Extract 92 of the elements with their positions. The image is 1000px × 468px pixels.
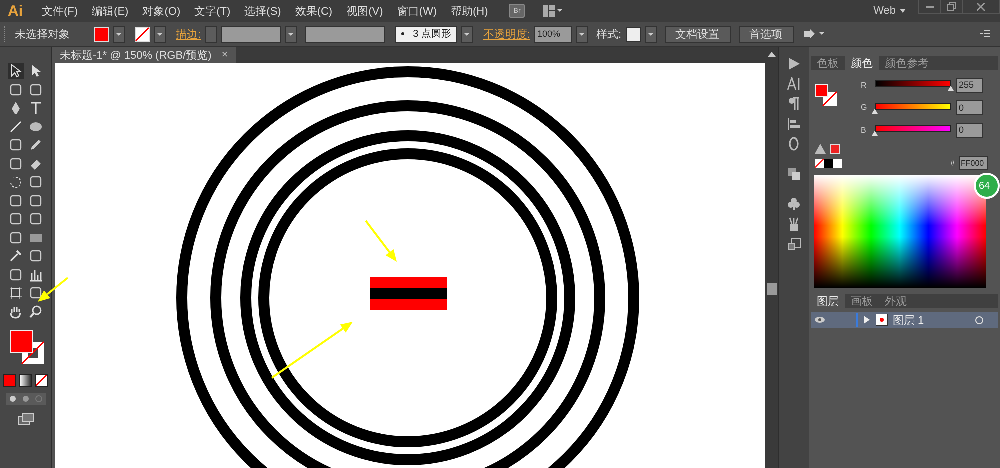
channel-label: G bbox=[861, 103, 868, 112]
toolbar-button[interactable]: 首选项 bbox=[738, 26, 794, 42]
caret-icon bbox=[156, 31, 164, 37]
menu-item[interactable]: 对象(O) bbox=[136, 2, 188, 20]
align-icon[interactable] bbox=[787, 117, 801, 131]
channel-value-field[interactable]: 255 bbox=[956, 78, 983, 93]
menu-item[interactable]: 帮助(H) bbox=[444, 2, 496, 20]
eye-icon[interactable] bbox=[814, 316, 826, 324]
scroll-up-icon[interactable] bbox=[768, 51, 776, 57]
preset-swatch[interactable] bbox=[824, 158, 833, 168]
restore-icon[interactable] bbox=[947, 2, 956, 11]
selection-status: 未选择对象 bbox=[15, 28, 70, 42]
style-label: 样式: bbox=[596, 28, 622, 42]
toolbar-button[interactable]: 文档设置 bbox=[664, 26, 731, 42]
channel-label: R bbox=[861, 80, 868, 90]
panel-menu-icon[interactable] bbox=[980, 30, 990, 38]
gradient-mode-button[interactable] bbox=[19, 374, 32, 387]
arrange-documents-icon[interactable] bbox=[543, 5, 564, 17]
counter-badge: 64 bbox=[974, 173, 1000, 199]
menu-item[interactable]: 文件(F) bbox=[35, 2, 86, 20]
color-mode-button[interactable] bbox=[3, 374, 16, 387]
expand-arrow-icon[interactable] bbox=[863, 316, 871, 324]
caret-icon bbox=[463, 31, 472, 37]
menu-item[interactable]: 选择(S) bbox=[238, 2, 288, 20]
brushes-icon[interactable] bbox=[787, 217, 801, 231]
rotate-icon[interactable] bbox=[8, 174, 24, 190]
selection-tool-icon[interactable] bbox=[8, 63, 24, 79]
panel-tab[interactable]: 画板 bbox=[845, 294, 879, 308]
menu-item[interactable]: 效果(C) bbox=[288, 2, 340, 20]
caret-icon bbox=[287, 31, 296, 37]
caret-icon[interactable] bbox=[900, 9, 906, 13]
caret-icon bbox=[646, 31, 655, 37]
preset-swatch[interactable] bbox=[833, 158, 842, 168]
layer-name[interactable]: 图层 1 bbox=[893, 312, 924, 328]
brush-dropdown[interactable]: 3 点圆形 bbox=[395, 26, 458, 42]
minimize-icon[interactable] bbox=[926, 6, 934, 8]
artboard-icon[interactable] bbox=[8, 285, 24, 301]
dot-icon bbox=[401, 32, 406, 36]
app-logo: Ai bbox=[7, 2, 24, 20]
caret-icon bbox=[115, 31, 123, 37]
menu-item[interactable]: 编辑(E) bbox=[85, 2, 136, 20]
stroke-link[interactable]: 描边: bbox=[176, 26, 202, 42]
panel-tab[interactable]: 图层 bbox=[811, 294, 845, 308]
menu-item[interactable]: 窗口(W) bbox=[390, 2, 444, 20]
fill-and-stroke-swatches[interactable] bbox=[815, 84, 837, 106]
layer-thumbnail bbox=[876, 314, 888, 326]
panel-tab[interactable]: 颜色参考 bbox=[879, 56, 935, 70]
isolate-icon[interactable] bbox=[804, 28, 826, 40]
transform-icon[interactable] bbox=[787, 237, 801, 251]
panel-tab[interactable]: 颜色 bbox=[845, 56, 879, 70]
out-of-gamut-swatch[interactable] bbox=[830, 144, 840, 154]
zoom-icon[interactable] bbox=[28, 304, 44, 320]
close-icon[interactable] bbox=[977, 2, 985, 10]
style-swatch[interactable] bbox=[626, 26, 641, 42]
opentype-icon[interactable] bbox=[787, 137, 801, 151]
channel-value-field[interactable]: 0 bbox=[956, 100, 983, 116]
paragraph-icon[interactable] bbox=[787, 97, 801, 111]
drawing-modes-icon[interactable] bbox=[6, 393, 46, 405]
channel-label: B bbox=[861, 126, 868, 135]
none-mode-button[interactable] bbox=[35, 374, 48, 387]
menu-item[interactable]: 文字(T) bbox=[188, 2, 238, 20]
warning-icon bbox=[815, 144, 826, 154]
color-slider[interactable] bbox=[875, 80, 951, 92]
panel-tab[interactable]: 外观 bbox=[879, 294, 913, 308]
color-slider[interactable] bbox=[875, 125, 951, 138]
color-slider[interactable] bbox=[875, 102, 951, 115]
screen-mode-icon[interactable] bbox=[18, 413, 34, 425]
hex-field[interactable]: FF000 bbox=[959, 156, 988, 170]
opacity-link[interactable]: 不透明度: bbox=[483, 26, 530, 42]
channel-value-field[interactable]: 0 bbox=[956, 122, 983, 138]
club-icon[interactable] bbox=[787, 197, 801, 211]
none-swatch[interactable] bbox=[815, 158, 824, 168]
menu-item[interactable]: 视图(V) bbox=[340, 2, 390, 20]
pathfinder-icon[interactable] bbox=[787, 167, 801, 181]
callout-arrow bbox=[365, 220, 397, 262]
hex-label: # bbox=[950, 158, 955, 168]
variable-width-dropdown[interactable] bbox=[305, 26, 386, 42]
character-icon[interactable] bbox=[787, 77, 801, 91]
fill-and-stroke-swatches[interactable] bbox=[10, 330, 46, 366]
callout-arrow bbox=[38, 277, 69, 302]
play-icon[interactable] bbox=[787, 57, 801, 71]
caret-icon bbox=[578, 31, 586, 37]
document-tab[interactable]: 未标题-1* @ 150% (RGB/预览) × bbox=[52, 47, 236, 63]
scrollbar-thumb[interactable] bbox=[766, 283, 776, 295]
target-icon[interactable] bbox=[975, 316, 984, 324]
fill-swatch[interactable] bbox=[94, 26, 109, 42]
stroke-swatch[interactable] bbox=[135, 26, 150, 42]
workspace-switcher[interactable]: Web bbox=[874, 5, 896, 17]
opacity-field[interactable]: 100% bbox=[534, 26, 572, 42]
eyedropper-icon[interactable] bbox=[8, 248, 24, 264]
stroke-weight-field[interactable] bbox=[221, 26, 282, 42]
panel-tab[interactable]: 色板 bbox=[811, 56, 845, 70]
